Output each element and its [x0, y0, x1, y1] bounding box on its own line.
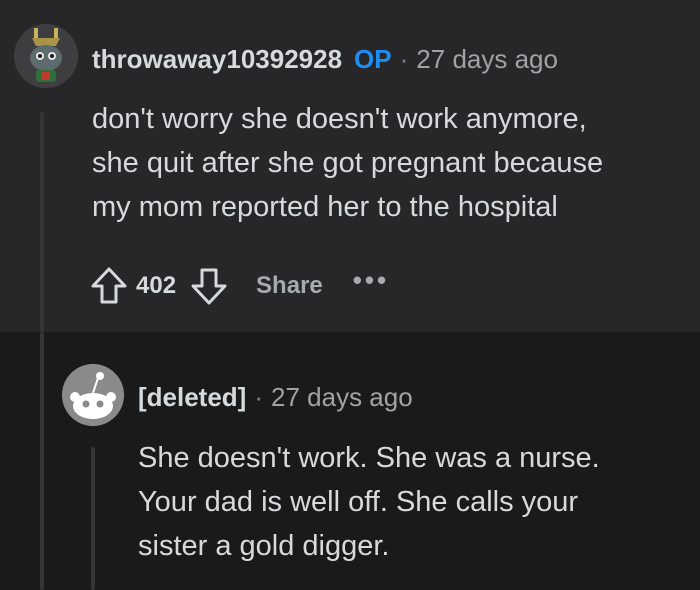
- comment-reply: [deleted] · 27 days ago She doesn't work…: [0, 332, 700, 590]
- more-options-button[interactable]: •••: [353, 265, 389, 296]
- comment-thread: throwaway10392928 OP · 27 days ago don't…: [0, 0, 700, 590]
- thread-collapse-line[interactable]: [40, 112, 44, 332]
- vote-score: 402: [136, 272, 177, 299]
- separator-dot: ·: [399, 44, 409, 74]
- comment-actions: 402 Share •••: [88, 264, 389, 308]
- share-button[interactable]: Share: [256, 272, 323, 300]
- custom-avatar-icon[interactable]: [14, 24, 78, 88]
- separator-dot: ·: [254, 382, 264, 412]
- parent-thread-line[interactable]: [40, 332, 44, 590]
- comment-header: throwaway10392928 OP · 27 days ago: [92, 44, 558, 75]
- thread-collapse-line[interactable]: [91, 447, 95, 590]
- username-deleted: [deleted]: [138, 382, 247, 412]
- default-snoo-avatar-icon[interactable]: [62, 364, 124, 426]
- comment-body: don't worry she doesn't work anymore, sh…: [92, 103, 604, 223]
- comment-body: She doesn't work. She was a nurse. Your …: [138, 442, 600, 562]
- op-badge: OP: [354, 44, 392, 74]
- timestamp-link[interactable]: 27 days ago: [416, 44, 558, 75]
- timestamp-link[interactable]: 27 days ago: [271, 382, 413, 413]
- upvote-arrow-icon[interactable]: [88, 264, 130, 308]
- comment-header: [deleted] · 27 days ago: [138, 382, 413, 413]
- comment-op: throwaway10392928 OP · 27 days ago don't…: [0, 0, 700, 332]
- downvote-arrow-icon[interactable]: [188, 264, 230, 308]
- username-link[interactable]: throwaway10392928: [92, 44, 342, 75]
